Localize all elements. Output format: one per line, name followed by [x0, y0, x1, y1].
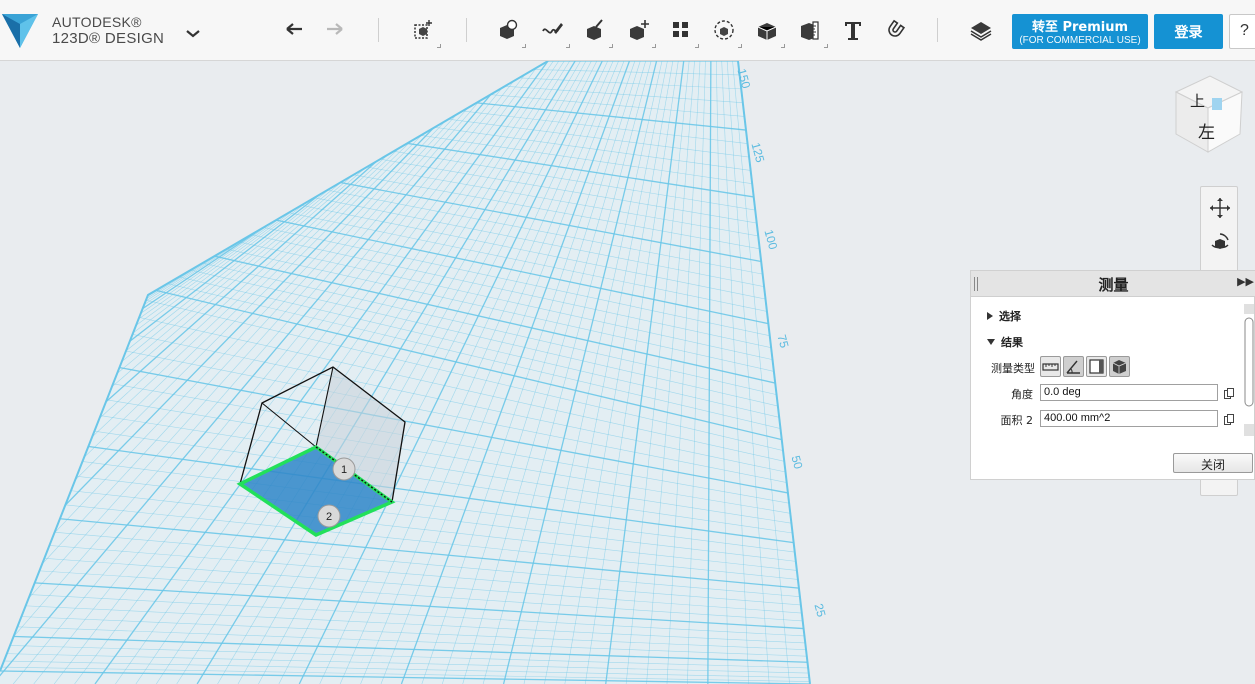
viewcube-left-label: 左: [1198, 123, 1215, 143]
viewcube-top-label: 上: [1190, 92, 1205, 110]
brand-name: AUTODESK®: [52, 14, 142, 30]
construct-button[interactable]: [580, 14, 613, 48]
measure-button[interactable]: [795, 14, 828, 48]
area-label: 面积 2: [1000, 414, 1034, 427]
redo-icon: [327, 23, 343, 35]
transform-icon: [414, 20, 432, 39]
measure-marker-2[interactable]: 2: [317, 504, 341, 528]
measure-area-button[interactable]: [1086, 356, 1107, 377]
area-field[interactable]: 400.00 mm^2: [1040, 410, 1218, 427]
help-button[interactable]: ?: [1229, 14, 1255, 49]
measure-type-label: 测量类型: [991, 362, 1035, 375]
view-cube[interactable]: 上 左: [1168, 72, 1246, 154]
section-select-label: 选择: [999, 310, 1021, 323]
volume-icon: [1112, 360, 1127, 374]
pattern-icon: [673, 22, 688, 37]
premium-label: 转至 Premium: [1031, 20, 1129, 35]
group-button[interactable]: [709, 14, 742, 48]
text-icon: [845, 22, 861, 40]
combine-icon: [757, 23, 777, 40]
ruler-icon: [1042, 363, 1059, 371]
snap-icon: [888, 19, 906, 37]
copy-icon[interactable]: [1224, 414, 1234, 425]
measure-distance-button[interactable]: [1040, 356, 1061, 377]
section-select[interactable]: 选择: [987, 308, 1021, 324]
materials-icon: [970, 22, 992, 41]
sketch-button[interactable]: [537, 14, 570, 48]
measure-icon: [801, 21, 819, 40]
section-result-label: 结果: [1001, 336, 1023, 349]
pan-icon[interactable]: [1208, 196, 1232, 220]
transform-button[interactable]: [408, 14, 441, 48]
panel-title: 测量: [1098, 276, 1129, 294]
toolbar-divider: [466, 18, 467, 42]
collapse-arrow-icon: [987, 339, 995, 345]
copy-icon[interactable]: [1224, 388, 1234, 399]
login-button[interactable]: 登录: [1154, 14, 1223, 49]
measure-angle-button[interactable]: [1063, 356, 1084, 377]
materials-button[interactable]: [966, 14, 996, 46]
snap-button[interactable]: [880, 14, 910, 46]
close-button[interactable]: 关闭: [1173, 453, 1253, 473]
modify-button[interactable]: [623, 14, 656, 48]
angle-icon: [1066, 360, 1080, 374]
group-icon: [714, 20, 734, 40]
premium-button[interactable]: 转至 Premium (FOR COMMERCIAL USE): [1012, 14, 1148, 49]
section-result[interactable]: 结果: [987, 334, 1023, 350]
measure-panel: 测量 ▶▶ 选择 结果 测量类型 角度 0.0 deg 面积 2 400.00 …: [970, 270, 1255, 480]
app-logo-icon: [2, 14, 38, 48]
undo-icon: [286, 23, 302, 35]
primitives-button[interactable]: [493, 14, 526, 48]
sketch-icon: [542, 23, 563, 34]
text-button[interactable]: [838, 14, 868, 46]
panel-scrollbar[interactable]: [1243, 304, 1255, 436]
svg-text:2: 2: [326, 511, 332, 523]
product-name: 123D® DESIGN: [52, 30, 165, 47]
measure-marker-1[interactable]: 1: [332, 457, 356, 481]
measure-volume-button[interactable]: [1109, 356, 1130, 377]
primitives-icon: [500, 19, 518, 39]
chevron-down-icon[interactable]: [184, 24, 202, 42]
pattern-button[interactable]: [666, 14, 699, 48]
collapse-panel-icon[interactable]: ▶▶: [1237, 275, 1254, 288]
orbit-icon[interactable]: [1208, 231, 1232, 255]
top-toolbar: AUTODESK® 123D® DESIGN 转至 Premium (FOR C…: [0, 0, 1255, 61]
toolbar-divider: [937, 18, 938, 42]
area-icon: [1089, 359, 1104, 374]
angle-label: 角度: [1011, 388, 1033, 401]
angle-field[interactable]: 0.0 deg: [1040, 384, 1218, 401]
toolbar-divider: [378, 18, 379, 42]
svg-text:1: 1: [341, 464, 347, 476]
premium-sublabel: (FOR COMMERCIAL USE): [1019, 35, 1141, 46]
modify-icon: [630, 20, 649, 40]
redo-button[interactable]: [320, 14, 350, 46]
construct-icon: [587, 19, 603, 40]
combine-button[interactable]: [752, 14, 785, 48]
expand-arrow-icon: [987, 312, 993, 320]
panel-header[interactable]: 测量 ▶▶: [971, 271, 1255, 297]
undo-button[interactable]: [279, 14, 309, 46]
